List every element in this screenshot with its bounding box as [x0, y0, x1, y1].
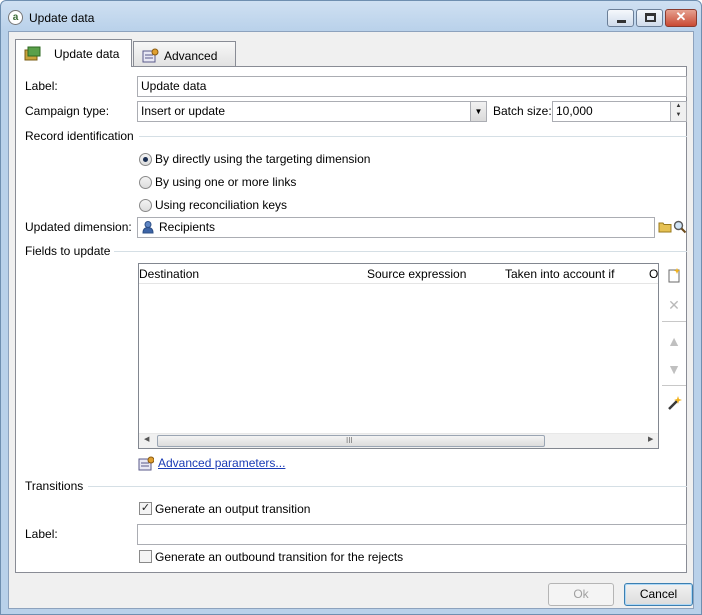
radio-links-label[interactable]: By using one or more links [155, 175, 296, 189]
app-icon: a [8, 10, 23, 25]
advanced-parameters-icon [138, 456, 154, 471]
move-down-button[interactable]: ▼ [664, 359, 684, 379]
magic-wand-icon [668, 396, 682, 410]
updated-dimension-caption: Updated dimension: [25, 220, 132, 234]
spin-up-icon[interactable]: ▲ [671, 102, 686, 111]
advanced-parameters-link[interactable]: Advanced parameters... [158, 456, 285, 470]
advanced-icon [142, 48, 159, 63]
chevron-down-icon[interactable]: ▼ [470, 102, 486, 121]
horizontal-scrollbar[interactable]: ◀ III ▶ [139, 433, 658, 448]
update-data-icon [24, 46, 41, 61]
minimize-icon [617, 20, 626, 23]
radio-reconciliation-keys-label[interactable]: Using reconciliation keys [155, 198, 287, 212]
column-source-expression[interactable]: Source expression [367, 267, 466, 281]
divider [88, 486, 687, 487]
campaign-type-select[interactable]: Insert or update ▼ [137, 101, 487, 122]
tab-update-data[interactable]: Update data [15, 39, 132, 67]
scroll-grip: III [346, 436, 353, 445]
batch-size-value: 10,000 [556, 104, 593, 118]
fields-to-update-heading: Fields to update [25, 244, 111, 258]
checkmark-icon: ✓ [140, 502, 151, 514]
window-title: Update data [29, 11, 95, 25]
divider [139, 136, 687, 137]
expression-wizard-button[interactable] [664, 395, 684, 415]
scroll-thumb[interactable]: III [157, 435, 545, 447]
spin-down-icon[interactable]: ▼ [671, 111, 686, 120]
arrow-down-icon: ▼ [667, 361, 681, 377]
update-data-panel: Label: Update data Campaign type: Insert… [15, 66, 687, 573]
batch-size-caption: Batch size: [493, 104, 552, 118]
scroll-left-icon[interactable]: ◀ [144, 435, 149, 443]
transition-label-input[interactable] [137, 524, 687, 545]
transition-label-caption: Label: [25, 527, 58, 541]
dialog-body: Update data Advanced Label: Update data … [8, 31, 694, 609]
title-bar[interactable]: a Update data ✕ [1, 1, 701, 31]
radio-links[interactable] [139, 176, 152, 189]
recipient-icon [142, 221, 154, 234]
tab-advanced[interactable]: Advanced [133, 41, 236, 67]
folder-icon[interactable] [658, 221, 672, 233]
maximize-button[interactable] [636, 9, 663, 27]
divider [662, 385, 686, 386]
maximize-icon [645, 13, 656, 22]
delete-field-button[interactable]: ✕ [664, 295, 684, 315]
label-caption: Label: [25, 79, 58, 93]
radio-reconciliation-keys[interactable] [139, 199, 152, 212]
tab-label: Advanced [164, 49, 218, 63]
fields-grid[interactable]: Destination Source expression Taken into… [138, 263, 659, 449]
campaign-type-caption: Campaign type: [25, 104, 110, 118]
campaign-type-value: Insert or update [141, 104, 226, 118]
grid-header: Destination Source expression Taken into… [139, 264, 658, 284]
column-taken-into-account-if[interactable]: Taken into account if [505, 267, 614, 281]
search-icon[interactable] [673, 220, 687, 234]
divider [114, 251, 687, 252]
radio-targeting-dimension[interactable] [139, 153, 152, 166]
cancel-button[interactable]: Cancel [624, 583, 693, 606]
update-data-dialog: a Update data ✕ Update data Advanced Lab… [0, 0, 702, 615]
column-destination[interactable]: Destination [139, 267, 199, 281]
move-up-button[interactable]: ▲ [664, 331, 684, 351]
generate-rejects-checkbox[interactable] [139, 550, 152, 563]
close-icon: ✕ [675, 9, 687, 24]
batch-size-spinner[interactable]: 10,000 ▲ ▼ [552, 101, 687, 122]
updated-dimension-field[interactable]: Recipients [137, 217, 655, 238]
transitions-heading: Transitions [25, 479, 84, 493]
generate-rejects-label[interactable]: Generate an outbound transition for the … [155, 550, 403, 564]
close-button[interactable]: ✕ [665, 9, 697, 27]
record-identification-heading: Record identification [25, 129, 134, 143]
generate-output-checkbox[interactable]: ✓ [139, 502, 152, 515]
scroll-right-icon[interactable]: ▶ [648, 435, 653, 443]
new-item-icon [668, 268, 680, 283]
add-field-button[interactable] [664, 267, 684, 287]
minimize-button[interactable] [607, 9, 634, 27]
generate-output-label[interactable]: Generate an output transition [155, 502, 310, 516]
tab-label: Update data [54, 47, 120, 61]
arrow-up-icon: ▲ [667, 333, 681, 349]
delete-icon: ✕ [668, 297, 680, 313]
radio-targeting-dimension-label[interactable]: By directly using the targeting dimensio… [155, 152, 370, 166]
divider [662, 321, 686, 322]
column-o[interactable]: O [649, 267, 658, 281]
label-input[interactable]: Update data [137, 76, 687, 97]
ok-button[interactable]: Ok [548, 583, 614, 606]
updated-dimension-value: Recipients [159, 220, 216, 234]
